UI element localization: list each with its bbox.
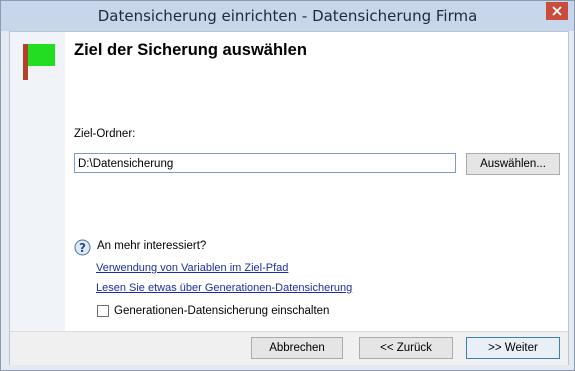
side-panel — [10, 32, 65, 331]
title-bar[interactable]: Datensicherung einrichten - Datensicheru… — [1, 1, 574, 31]
close-button[interactable] — [546, 2, 568, 20]
wizard-content: Ziel der Sicherung auswählen Ziel-Ordner… — [9, 31, 569, 365]
generations-checkbox[interactable] — [97, 305, 109, 317]
cancel-button[interactable]: Abbrechen — [251, 337, 343, 359]
browse-button[interactable]: Auswählen... — [466, 153, 560, 175]
page-title: Ziel der Sicherung auswählen — [74, 41, 307, 59]
svg-text:?: ? — [79, 241, 86, 255]
generations-help-link[interactable]: Lesen Sie etwas über Generationen-Datens… — [96, 282, 352, 294]
target-folder-input[interactable] — [75, 155, 458, 173]
close-icon — [552, 6, 562, 16]
back-button[interactable]: << Zurück — [359, 337, 453, 359]
window-title: Datensicherung einrichten - Datensicheru… — [97, 7, 478, 25]
target-folder-input-box[interactable] — [74, 153, 458, 173]
flag-icon — [23, 44, 55, 80]
help-icon: ? — [74, 239, 91, 256]
target-folder-label: Ziel-Ordner: — [74, 128, 136, 140]
help-heading: An mehr interessiert? — [97, 240, 207, 252]
wizard-window: Datensicherung einrichten - Datensicheru… — [0, 0, 575, 371]
variables-help-link[interactable]: Verwendung von Variablen im Ziel-Pfad — [96, 262, 288, 274]
generations-checkbox-label[interactable]: Generationen-Datensicherung einschalten — [114, 305, 329, 317]
next-button[interactable]: >> Weiter — [466, 337, 560, 359]
